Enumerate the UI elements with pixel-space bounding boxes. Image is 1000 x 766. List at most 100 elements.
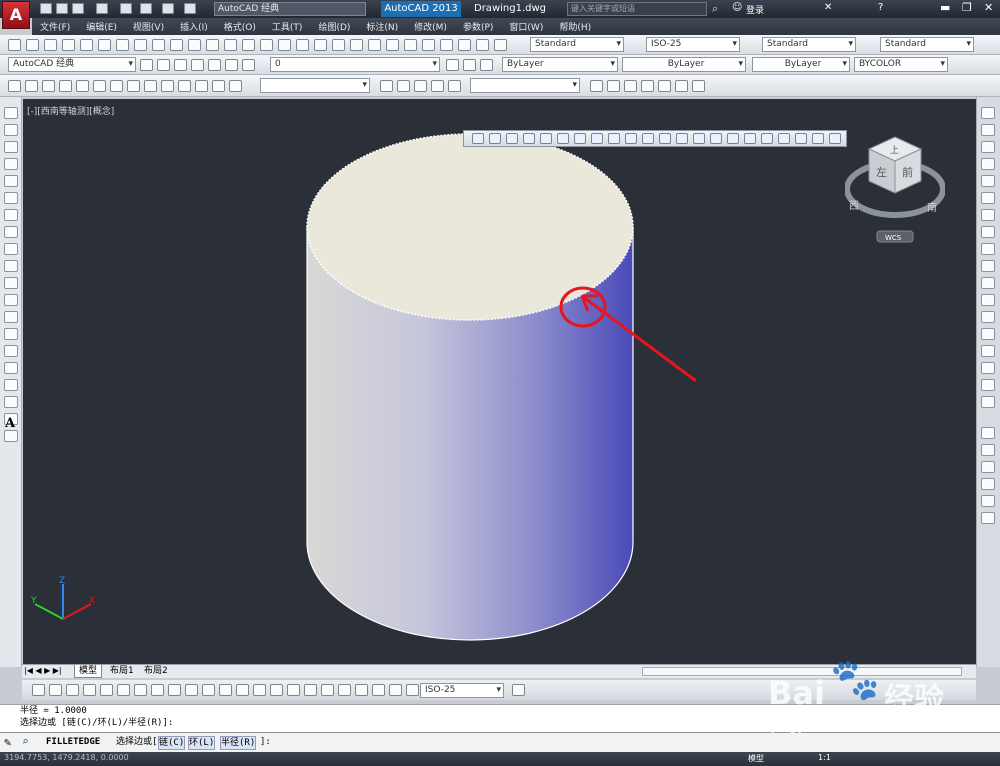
surface-tool-icon-11[interactable] xyxy=(659,133,671,144)
layer-combo[interactable]: 0 xyxy=(270,57,440,72)
modify-tool-icon-12[interactable] xyxy=(981,311,995,323)
visual-tool-icon-21[interactable] xyxy=(624,80,637,92)
dimension-tool-icon-6[interactable] xyxy=(134,684,147,696)
standard-tool-icon-20[interactable] xyxy=(368,39,381,51)
modify-tool-icon-3[interactable] xyxy=(981,158,995,170)
modify-tool-icon-14[interactable] xyxy=(981,345,995,357)
menu-help[interactable]: 帮助(H) xyxy=(551,20,599,33)
menu-dimension[interactable]: 标注(N) xyxy=(358,20,406,33)
standard-tool-icon-2[interactable] xyxy=(44,39,57,51)
modify-tool-icon-11[interactable] xyxy=(981,294,995,306)
modify-tool-icon-2[interactable] xyxy=(981,141,995,153)
dimension-tool-icon-4[interactable] xyxy=(100,684,113,696)
dimension-tool-icon-20[interactable] xyxy=(372,684,385,696)
standard-tool-icon-10[interactable] xyxy=(188,39,201,51)
draw-tool-icon-8[interactable] xyxy=(4,243,18,255)
menu-view[interactable]: 视图(V) xyxy=(125,20,172,33)
dimension-tool-icon-9[interactable] xyxy=(185,684,198,696)
standard-tool-icon-15[interactable] xyxy=(278,39,291,51)
dimension-tool-icon-12[interactable] xyxy=(236,684,249,696)
color-combo[interactable]: ByLayer xyxy=(502,57,618,72)
standard-tool-icon-17[interactable] xyxy=(314,39,327,51)
layer-tool-icon-3[interactable] xyxy=(191,59,204,71)
search-input[interactable]: 键入关键字或短语 xyxy=(567,2,707,16)
visual-tool-icon-8[interactable] xyxy=(144,80,157,92)
dimension-tool-icon-3[interactable] xyxy=(83,684,96,696)
surface-tool-icon-2[interactable] xyxy=(506,133,518,144)
dimension-tool-icon-22[interactable] xyxy=(406,684,419,696)
close-app-icon[interactable]: ✕ xyxy=(824,2,832,13)
surface-tool-icon-4[interactable] xyxy=(540,133,552,144)
surface-tool-icon-13[interactable] xyxy=(693,133,705,144)
draw-tool-icon-14[interactable] xyxy=(4,345,18,357)
surface-tool-icon-17[interactable] xyxy=(761,133,773,144)
workspace-select[interactable]: AutoCAD 经典 xyxy=(8,57,136,72)
visual-tool-icon-22[interactable] xyxy=(641,80,654,92)
linetype-combo[interactable]: ByLayer xyxy=(622,57,746,72)
command-search-icon[interactable]: ⌕ xyxy=(22,733,29,751)
option-loop[interactable]: 环(L) xyxy=(188,736,216,750)
modify-tool-icon-18[interactable] xyxy=(981,427,995,439)
draw-tool-icon-11[interactable] xyxy=(4,294,18,306)
surface-tool-icon-10[interactable] xyxy=(642,133,654,144)
model-space-button[interactable]: 模型 xyxy=(748,753,764,764)
visual-tool-icon-20[interactable] xyxy=(607,80,620,92)
surface-tool-icon-18[interactable] xyxy=(778,133,790,144)
visual-tool-icon-4[interactable] xyxy=(76,80,89,92)
modify-tool-icon-10[interactable] xyxy=(981,277,995,289)
user-icon[interactable]: ☺ xyxy=(732,2,742,13)
visual-tool-icon-6[interactable] xyxy=(110,80,123,92)
lineweight-combo[interactable]: ByLayer xyxy=(752,57,850,72)
option-radius[interactable]: 半径(R) xyxy=(220,736,257,750)
new-icon[interactable] xyxy=(40,3,52,14)
draw-tool-icon-0[interactable] xyxy=(4,107,18,119)
surface-tool-icon-21[interactable] xyxy=(829,133,841,144)
surface-tool-icon-20[interactable] xyxy=(812,133,824,144)
dimension-tool-icon-10[interactable] xyxy=(202,684,215,696)
modify-tool-icon-23[interactable] xyxy=(981,512,995,524)
wrench-icon[interactable]: ✎ xyxy=(4,733,11,751)
standard-tool-icon-6[interactable] xyxy=(116,39,129,51)
menu-parametric[interactable]: 参数(P) xyxy=(455,20,501,33)
standard-tool-icon-22[interactable] xyxy=(404,39,417,51)
visual-tool-icon-24[interactable] xyxy=(675,80,688,92)
undo-icon[interactable] xyxy=(162,3,174,14)
draw-tool-icon-15[interactable] xyxy=(4,362,18,374)
drawing-viewport[interactable]: [-][西南等轴测][概念] Z Y X 上 左 前 西 南 WCS xyxy=(23,99,976,664)
standard-tool-icon-27[interactable] xyxy=(494,39,507,51)
surface-tool-icon-6[interactable] xyxy=(574,133,586,144)
minimize-icon[interactable]: ▬ xyxy=(940,1,950,14)
visual-tool-icon-3[interactable] xyxy=(59,80,72,92)
menu-edit[interactable]: 编辑(E) xyxy=(78,20,125,33)
surface-tool-icon-16[interactable] xyxy=(744,133,756,144)
tab-nav-arrows[interactable]: |◀ ◀ ▶ ▶| xyxy=(24,665,62,677)
surface-tool-icon-0[interactable] xyxy=(472,133,484,144)
standard-tool-icon-26[interactable] xyxy=(476,39,489,51)
standard-tool-icon-21[interactable] xyxy=(386,39,399,51)
dimension-tool-icon-23[interactable] xyxy=(512,684,525,696)
visual-tool-icon-15[interactable] xyxy=(397,80,410,92)
visual-tool-icon-23[interactable] xyxy=(658,80,671,92)
draw-tool-icon-9[interactable] xyxy=(4,260,18,272)
modify-tool-icon-6[interactable] xyxy=(981,209,995,221)
saveas-icon[interactable] xyxy=(96,3,108,14)
draw-tool-icon-6[interactable] xyxy=(4,209,18,221)
menu-draw[interactable]: 绘图(D) xyxy=(310,20,358,33)
mleader-style-combo[interactable]: Standard xyxy=(880,37,974,52)
dimension-tool-icon-13[interactable] xyxy=(253,684,266,696)
menu-modify[interactable]: 修改(M) xyxy=(406,20,455,33)
modify-tool-icon-19[interactable] xyxy=(981,444,995,456)
draw-tool-icon-10[interactable] xyxy=(4,277,18,289)
standard-tool-icon-0[interactable] xyxy=(8,39,21,51)
standard-tool-icon-24[interactable] xyxy=(440,39,453,51)
layer-tool-icon-5[interactable] xyxy=(225,59,238,71)
modify-tool-icon-17[interactable] xyxy=(981,396,995,408)
view-combo[interactable] xyxy=(470,78,580,93)
dimbar-style-combo[interactable]: ISO-25 xyxy=(420,683,504,698)
plot-icon[interactable] xyxy=(120,3,132,14)
layer-tool-icon-8[interactable] xyxy=(463,59,476,71)
tab-layout1[interactable]: 布局1 xyxy=(106,665,138,677)
modify-tool-icon-13[interactable] xyxy=(981,328,995,340)
mtext-icon[interactable]: A xyxy=(5,416,15,431)
layer-tool-icon-9[interactable] xyxy=(480,59,493,71)
